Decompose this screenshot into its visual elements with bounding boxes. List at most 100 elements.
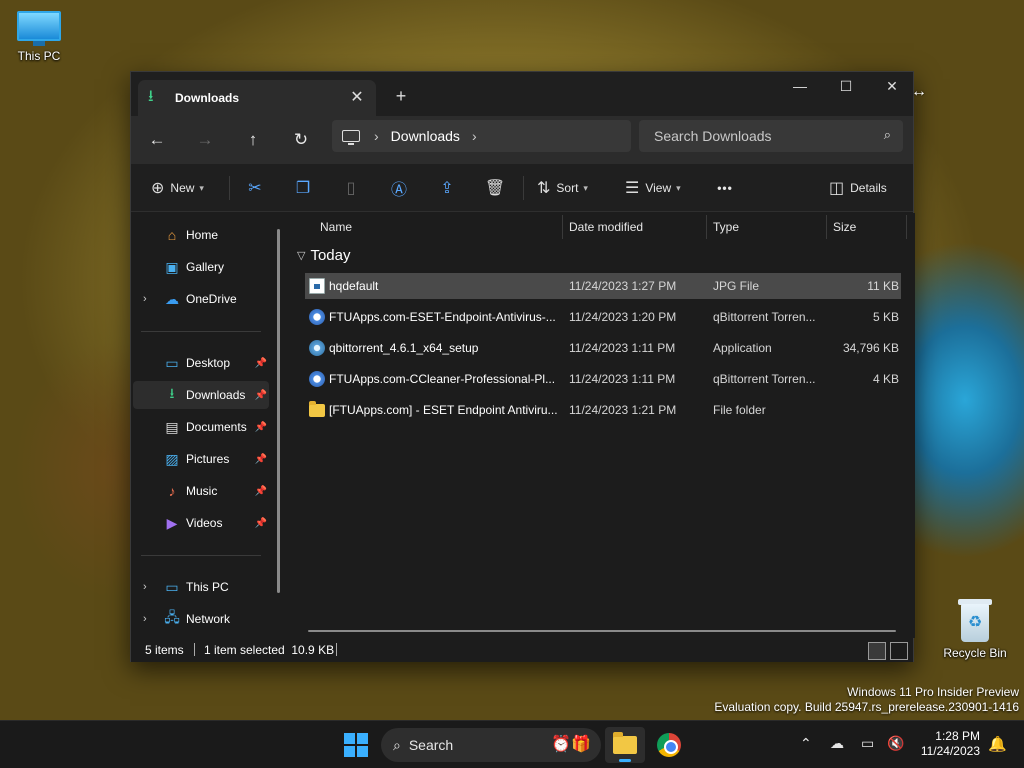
- status-divider: [336, 643, 337, 656]
- file-row[interactable]: qbittorrent_4.6.1_x64_setup 11/24/2023 1…: [305, 335, 901, 361]
- file-name: hqdefault: [329, 279, 379, 293]
- maximize-button[interactable]: ☐: [823, 72, 869, 102]
- share-button[interactable]: ⇪: [431, 172, 463, 204]
- group-header-today[interactable]: ▽ Today: [297, 247, 351, 264]
- pin-icon: 📌: [254, 357, 267, 369]
- sidebar-item-desktop[interactable]: ▭ Desktop 📌: [133, 349, 269, 377]
- sidebar-item-music[interactable]: ♪ Music 📌: [133, 477, 269, 505]
- cloud-offline-icon[interactable]: ☁: [830, 735, 844, 752]
- sidebar-item-label: Documents: [186, 420, 247, 434]
- file-name: qbittorrent_4.6.1_x64_setup: [329, 341, 479, 355]
- details-view-icon[interactable]: [868, 642, 886, 660]
- column-header-size[interactable]: Size: [826, 213, 906, 241]
- home-icon: ⌂: [167, 227, 177, 243]
- search-placeholder: Search Downloads: [654, 128, 772, 144]
- paste-button[interactable]: ▯: [335, 172, 367, 204]
- new-button[interactable]: ⊕ New ▾: [151, 172, 204, 204]
- file-date: 11/24/2023 1:20 PM: [569, 310, 677, 324]
- search-highlight-icon: ⏰🎁: [551, 736, 591, 753]
- desktop-icon-this-pc[interactable]: This PC: [0, 11, 79, 63]
- trash-icon: 🗑: [484, 180, 506, 197]
- sidebar-divider: [141, 555, 261, 556]
- sidebar-item-videos[interactable]: ▶ Videos 📌: [133, 509, 269, 537]
- rename-button[interactable]: Ⓐ: [383, 172, 415, 204]
- copy-button[interactable]: ❐: [287, 172, 319, 204]
- file-type: Application: [713, 341, 772, 355]
- network-icon[interactable]: ▭: [861, 735, 874, 752]
- title-bar[interactable]: ⭳ Downloads ✕ + — ☐ ✕: [131, 72, 913, 116]
- sidebar-item-onedrive[interactable]: › ☁ OneDrive: [133, 285, 269, 313]
- this-pc-icon: [342, 130, 360, 145]
- details-pane-button[interactable]: ◫ Details: [829, 172, 887, 204]
- sidebar-item-this-pc[interactable]: › ▭ This PC: [133, 573, 269, 601]
- chevron-up-icon[interactable]: ⌃: [800, 735, 812, 752]
- back-button[interactable]: ←: [141, 124, 173, 156]
- column-divider[interactable]: [906, 215, 907, 239]
- tiles-view-icon[interactable]: [890, 642, 908, 660]
- new-tab-button[interactable]: +: [389, 84, 413, 108]
- start-button[interactable]: [344, 733, 368, 757]
- torrent-file-icon: [309, 309, 325, 325]
- sidebar-item-network[interactable]: › 🖧 Network: [133, 605, 269, 633]
- file-row[interactable]: FTUApps.com-CCleaner-Professional-Pl... …: [305, 366, 901, 392]
- volume-muted-icon[interactable]: 🔇: [887, 735, 904, 752]
- search-input[interactable]: Search Downloads ⌕: [639, 120, 903, 152]
- sidebar-scrollbar[interactable]: [277, 229, 280, 593]
- more-options-button[interactable]: •••: [709, 172, 741, 204]
- sidebar-item-label: Network: [186, 612, 231, 626]
- view-button[interactable]: ☰ View ▾: [625, 172, 681, 204]
- downloads-icon: ⭳: [169, 385, 175, 401]
- sidebar-item-downloads[interactable]: ⭳ Downloads 📌: [133, 381, 269, 409]
- monitor-icon: [17, 11, 61, 46]
- taskbar-search[interactable]: ⌕ Search ⏰🎁: [381, 728, 601, 762]
- sort-button[interactable]: ⇅ Sort ▾: [537, 172, 588, 204]
- file-explorer-window: ⭳ Downloads ✕ + — ☐ ✕ ← → ↑ ↻ › Download…: [130, 71, 915, 662]
- refresh-button[interactable]: ↻: [285, 124, 317, 156]
- cut-button[interactable]: ✂: [239, 172, 271, 204]
- scissors-icon: ✂: [248, 180, 262, 197]
- command-bar: ⊕ New ▾ ✂ ❐ ▯ Ⓐ ⇪ 🗑 ⇅ Sort ▾ ☰ View ▾ ••…: [131, 164, 913, 212]
- column-header-type[interactable]: Type: [706, 213, 826, 241]
- clock[interactable]: 1:28 PM 11/24/2023: [912, 729, 980, 759]
- taskbar-chrome[interactable]: [649, 727, 689, 763]
- chevron-right-icon[interactable]: ›: [143, 293, 147, 305]
- file-type: File folder: [713, 403, 766, 417]
- chevron-down-icon: ▽: [297, 250, 306, 262]
- close-window-button[interactable]: ✕: [869, 72, 915, 102]
- chevron-right-icon[interactable]: ›: [143, 581, 147, 593]
- file-row[interactable]: [FTUApps.com] - ESET Endpoint Antiviru..…: [305, 397, 901, 423]
- desktop-icon-recycle-bin[interactable]: ♻ Recycle Bin: [935, 598, 1015, 660]
- file-row[interactable]: FTUApps.com-ESET-Endpoint-Antivirus-... …: [305, 304, 901, 330]
- address-field[interactable]: › Downloads ›: [332, 120, 631, 152]
- application-icon: [309, 340, 325, 356]
- breadcrumb-chevron-icon[interactable]: ›: [472, 128, 477, 144]
- breadcrumb-downloads[interactable]: Downloads: [391, 128, 460, 144]
- navigation-pane: ⌂ Home ▣ Gallery › ☁ OneDrive ▭ Desktop …: [131, 213, 289, 638]
- sidebar-item-label: Pictures: [186, 452, 230, 466]
- up-button[interactable]: ↑: [237, 124, 269, 156]
- clock-date: 11/24/2023: [920, 744, 980, 758]
- sidebar-item-label: Music: [186, 484, 218, 498]
- column-header-date-modified[interactable]: Date modified: [562, 213, 706, 241]
- chevron-right-icon[interactable]: ›: [143, 613, 147, 625]
- column-header-name[interactable]: Name: [313, 213, 563, 241]
- sidebar-item-pictures[interactable]: ▨ Pictures 📌: [133, 445, 269, 473]
- status-bar: 5 items 1 item selected 10.9 KB: [131, 638, 913, 662]
- file-row[interactable]: hqdefault 11/24/2023 1:27 PM JPG File 11…: [305, 273, 901, 299]
- tab-close-button[interactable]: ✕: [346, 87, 368, 109]
- sidebar-divider: [141, 331, 261, 332]
- toolbar-divider: [523, 176, 524, 200]
- sidebar-item-home[interactable]: ⌂ Home: [133, 221, 269, 249]
- evaluation-watermark: Windows 11 Pro Insider Preview Evaluatio…: [714, 685, 1019, 715]
- details-label: Details: [850, 181, 887, 195]
- sidebar-item-gallery[interactable]: ▣ Gallery: [133, 253, 269, 281]
- forward-button[interactable]: →: [189, 124, 221, 156]
- tab-downloads[interactable]: ⭳ Downloads ✕: [138, 80, 376, 116]
- notification-bell-icon[interactable]: 🔔: [988, 735, 1007, 753]
- horizontal-scrollbar[interactable]: [308, 630, 896, 632]
- taskbar-file-explorer[interactable]: [605, 727, 645, 763]
- group-label: Today: [310, 247, 351, 264]
- sidebar-item-documents[interactable]: ▤ Documents 📌: [133, 413, 269, 441]
- minimize-button[interactable]: —: [777, 72, 823, 102]
- delete-button[interactable]: 🗑: [479, 172, 511, 204]
